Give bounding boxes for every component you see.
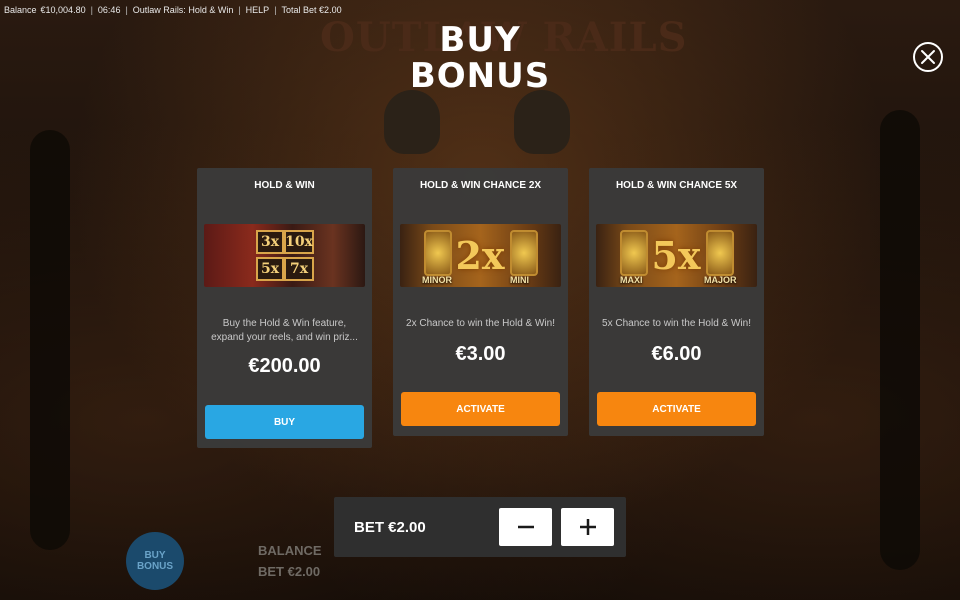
card-price: €3.00 bbox=[455, 343, 506, 365]
bonus-card-chance-5x: HOLD & WIN CHANCE 5X 5x MAXI MAJOR 5x Ch… bbox=[589, 168, 764, 436]
background-balance-label: BALANCE bbox=[258, 543, 322, 558]
chance-2x-artwork: 2x MINOR MINI bbox=[400, 224, 561, 287]
jackpot-label: MINOR bbox=[422, 275, 452, 285]
bonus-card-hold-win: HOLD & WIN 3x 10x 5x 7x Buy the Hold & W… bbox=[197, 168, 372, 448]
multiplier-tile: 5x bbox=[256, 257, 284, 281]
multiplier-tile: 7x bbox=[284, 257, 314, 281]
background-buy-bonus-button: BUY BONUS bbox=[126, 532, 184, 590]
close-button[interactable] bbox=[913, 42, 943, 72]
clock: 06:46 bbox=[97, 5, 121, 15]
bet-label: BET €2.00 bbox=[354, 518, 426, 536]
close-icon bbox=[921, 50, 935, 64]
chance-5x-artwork: 5x MAXI MAJOR bbox=[596, 224, 757, 287]
separator: | bbox=[238, 5, 241, 15]
activate-button[interactable]: ACTIVATE bbox=[597, 392, 756, 426]
separator: | bbox=[125, 5, 128, 15]
lantern-icon bbox=[424, 230, 452, 276]
hold-win-artwork: 3x 10x 5x 7x bbox=[204, 224, 365, 287]
cactus-decoration bbox=[880, 110, 920, 570]
card-price: €200.00 bbox=[248, 355, 321, 377]
lantern-icon bbox=[620, 230, 648, 276]
activate-button[interactable]: ACTIVATE bbox=[401, 392, 560, 426]
increase-bet-button[interactable] bbox=[561, 508, 614, 546]
card-description: 5x Chance to win the Hold & Win! bbox=[602, 318, 751, 329]
multiplier-5x: 5x bbox=[651, 232, 701, 278]
multiplier-2x: 2x bbox=[455, 232, 505, 278]
lantern-icon bbox=[706, 230, 734, 276]
jackpot-label: MAXI bbox=[620, 275, 643, 285]
card-title: HOLD & WIN CHANCE 2X bbox=[419, 180, 542, 191]
modal-title: BUY BONUS bbox=[0, 22, 960, 94]
lantern-icon bbox=[510, 230, 538, 276]
skull-decoration bbox=[384, 90, 440, 154]
status-bar: Balance €10,004.80 | 06:46 | Outlaw Rail… bbox=[4, 3, 342, 17]
cactus-decoration bbox=[30, 130, 70, 550]
total-bet: Total Bet €2.00 bbox=[281, 5, 342, 15]
balance-label: Balance bbox=[4, 5, 37, 15]
card-price: €6.00 bbox=[651, 343, 702, 365]
multiplier-tile: 3x bbox=[256, 230, 284, 254]
jackpot-label: MAJOR bbox=[704, 275, 737, 285]
separator: | bbox=[274, 5, 277, 15]
skull-decoration bbox=[514, 90, 570, 154]
balance-value: €10,004.80 bbox=[40, 5, 86, 15]
card-description: 2x Chance to win the Hold & Win! bbox=[406, 318, 555, 329]
bonus-cards: HOLD & WIN 3x 10x 5x 7x Buy the Hold & W… bbox=[197, 168, 764, 448]
modal-title-line2: BONUS bbox=[409, 56, 551, 96]
plus-icon bbox=[579, 519, 596, 535]
jackpot-label: MINI bbox=[510, 275, 529, 285]
minus-icon bbox=[517, 525, 534, 529]
bonus-card-chance-2x: HOLD & WIN CHANCE 2X 2x MINOR MINI 2x Ch… bbox=[393, 168, 568, 436]
game-name: Outlaw Rails: Hold & Win bbox=[132, 5, 234, 15]
buy-button[interactable]: BUY bbox=[205, 405, 364, 439]
modal-title-line1: BUY bbox=[439, 20, 521, 60]
card-title: HOLD & WIN bbox=[254, 180, 315, 191]
help-link[interactable]: HELP bbox=[246, 5, 270, 15]
multiplier-tile: 10x bbox=[284, 230, 314, 254]
background-bet-text: BET €2.00 bbox=[258, 564, 321, 579]
decrease-bet-button[interactable] bbox=[499, 508, 552, 546]
bet-panel: BET €2.00 bbox=[334, 497, 626, 557]
card-description: Buy the Hold & Win feature, expand your … bbox=[211, 318, 358, 343]
card-title: HOLD & WIN CHANCE 5X bbox=[615, 180, 738, 191]
separator: | bbox=[90, 5, 93, 15]
